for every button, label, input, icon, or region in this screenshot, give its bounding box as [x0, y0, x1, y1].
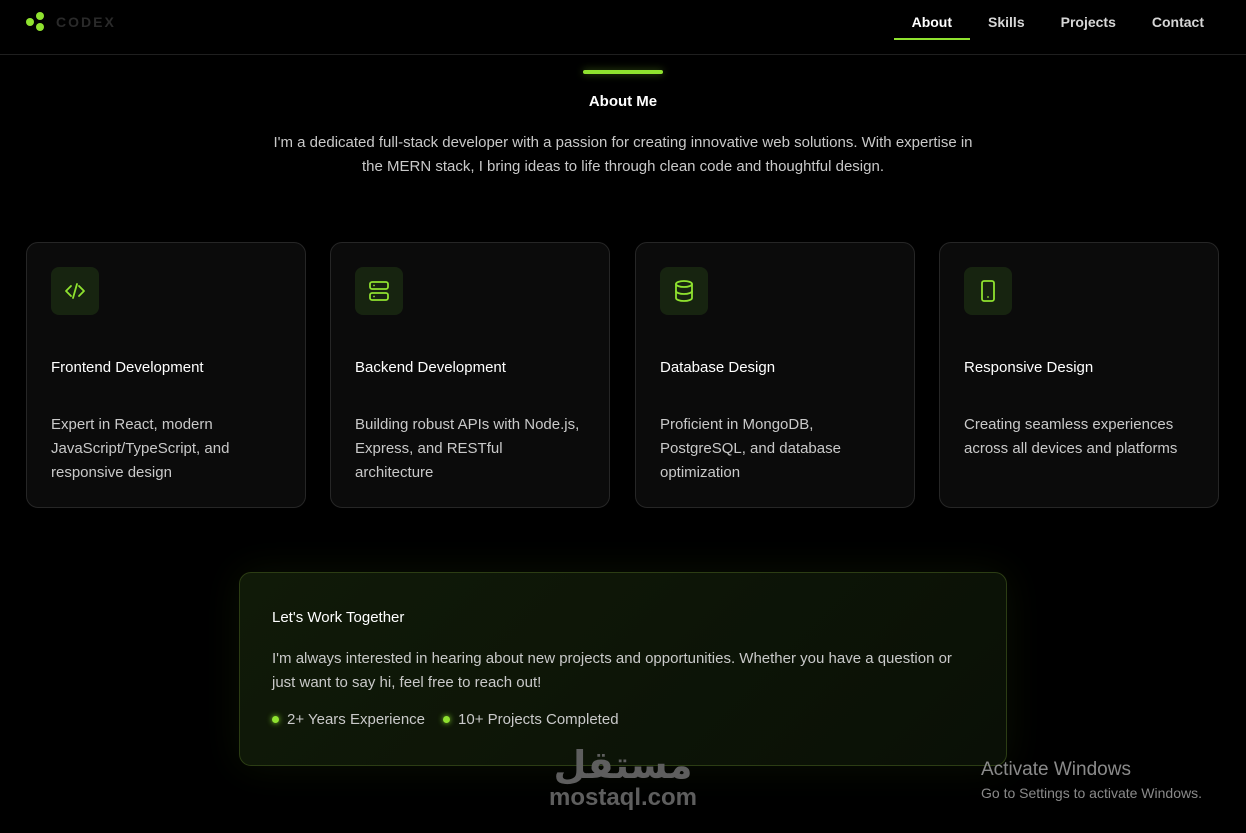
- stats-row: 2+ Years Experience 10+ Projects Complet…: [272, 711, 619, 728]
- skill-card-database: Database Design Proficient in MongoDB, P…: [635, 242, 915, 508]
- skill-card-frontend: Frontend Development Expert in React, mo…: [26, 242, 306, 508]
- server-icon: [355, 267, 403, 315]
- mostaql-watermark: مستقل mostaql.com: [548, 746, 698, 810]
- brand-logo[interactable]: CODEX: [26, 12, 116, 32]
- cta-panel: Let's Work Together I'm always intereste…: [239, 572, 1007, 766]
- card-title: Frontend Development: [51, 359, 204, 376]
- page: CODEX About Skills Projects Contact Abou…: [0, 0, 1246, 833]
- card-description: Proficient in MongoDB, PostgreSQL, and d…: [660, 416, 841, 481]
- card-title: Responsive Design: [964, 359, 1094, 376]
- card-description: Expert in React, modern JavaScript/TypeS…: [51, 416, 230, 481]
- section-title: About Me: [588, 93, 658, 110]
- activate-title: Activate Windows: [981, 759, 1131, 780]
- activate-subtitle: Go to Settings to activate Windows.: [981, 785, 1202, 801]
- stat-item: 10+ Projects Completed: [443, 711, 619, 728]
- brand-name: CODEX: [56, 14, 116, 30]
- nav-links: About Skills Projects Contact: [893, 0, 1222, 55]
- logo-dots-icon: [26, 12, 46, 32]
- about-intro: I'm a dedicated full-stack developer wit…: [273, 134, 973, 175]
- nav-link-contact[interactable]: Contact: [1134, 0, 1222, 40]
- stat-label: 10+ Projects Completed: [458, 711, 619, 728]
- skill-card-responsive: Responsive Design Creating seamless expe…: [939, 242, 1219, 508]
- skill-card-backend: Backend Development Building robust APIs…: [330, 242, 610, 508]
- section-accent-bar: [583, 70, 663, 74]
- card-title: Backend Development: [355, 359, 506, 376]
- watermark-arabic: مستقل: [553, 743, 693, 787]
- watermark-latin: mostaql.com: [548, 784, 698, 811]
- nav-link-projects[interactable]: Projects: [1043, 0, 1134, 40]
- nav-link-skills[interactable]: Skills: [970, 0, 1043, 40]
- top-navbar: CODEX About Skills Projects Contact: [0, 0, 1246, 55]
- stat-item: 2+ Years Experience: [272, 711, 425, 728]
- bullet-dot-icon: [272, 716, 279, 723]
- card-description: Building robust APIs with Node.js, Expre…: [355, 416, 580, 481]
- nav-link-about[interactable]: About: [893, 0, 971, 40]
- code-icon: [51, 267, 99, 315]
- stat-label: 2+ Years Experience: [287, 711, 426, 728]
- database-icon: [660, 267, 708, 315]
- card-description: Creating seamless experiences across all…: [964, 416, 1178, 457]
- bullet-dot-icon: [443, 716, 451, 723]
- activate-windows-notice: Activate Windows Go to Settings to activ…: [981, 759, 1202, 801]
- cta-text: I'm always interested in hearing about n…: [272, 650, 952, 691]
- cta-title: Let's Work Together: [272, 609, 405, 626]
- smartphone-icon: [964, 267, 1012, 315]
- card-title: Database Design: [660, 359, 776, 376]
